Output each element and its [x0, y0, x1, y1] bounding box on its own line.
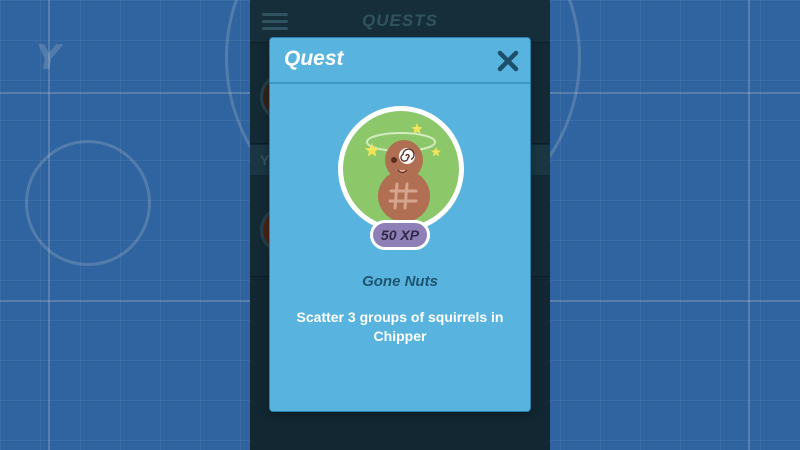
- close-button[interactable]: [492, 45, 524, 77]
- quest-name: Gone Nuts: [362, 273, 438, 290]
- quest-dialog: Quest 50 XP Gone Nuts Scatter 3 groups o…: [270, 38, 530, 411]
- dialog-title: Quest: [284, 47, 344, 70]
- dizzy-peanut-icon: [338, 106, 464, 232]
- close-icon: [497, 50, 519, 72]
- dialog-header: Quest: [270, 38, 530, 84]
- xp-badge: 50 XP: [370, 220, 430, 250]
- quest-description: Scatter 3 groups of squirrels in Chipper: [296, 309, 504, 344]
